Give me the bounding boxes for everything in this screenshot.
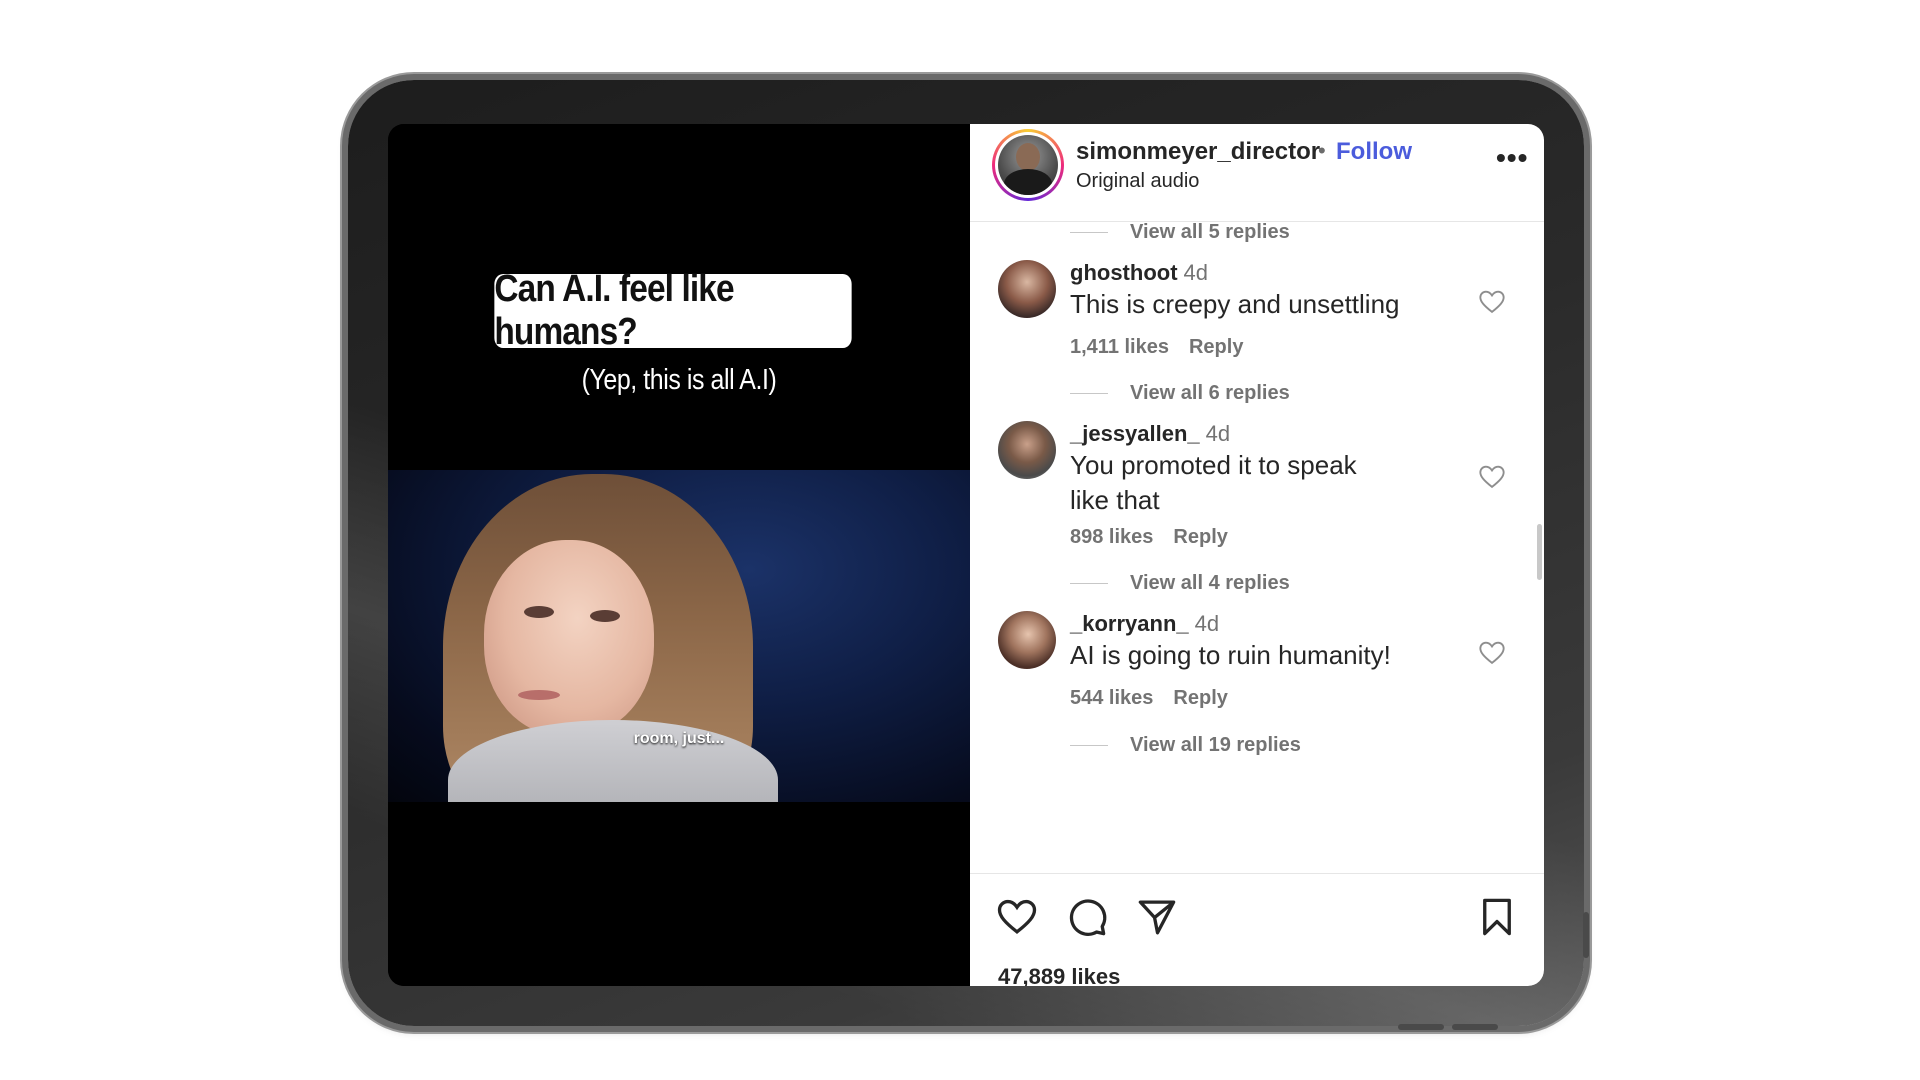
video-subtitle: room, just... [633,730,725,747]
video-caption-title: Can A.I. feel like humans? [494,268,852,353]
commenter-avatar[interactable] [998,611,1056,669]
post-likes-count[interactable]: 47,889 likes [998,964,1120,986]
view-replies-button[interactable]: View all 4 replies [1070,570,1290,596]
reply-button[interactable]: Reply [1189,336,1243,358]
audio-link[interactable]: Original audio [1076,170,1199,193]
reply-button[interactable]: Reply [1173,526,1227,548]
view-replies-button[interactable]: View all 19 replies [1070,732,1301,758]
comments-list: View all 5 replies ghosthoot 4d This is c… [970,223,1544,873]
comment-time: 4d [1183,260,1209,285]
author-avatar[interactable] [992,129,1064,201]
girl-eye [590,610,620,622]
heart-icon[interactable] [1478,288,1506,316]
tablet-bottom-button [1452,1024,1498,1030]
video-player[interactable]: Can A.I. feel like humans? (Yep, this is… [388,124,970,986]
comment-time: 4d [1205,421,1231,446]
video-caption-subtitle: (Yep, this is all A.I) [581,364,777,396]
share-icon[interactable] [1136,896,1178,938]
heart-icon[interactable] [996,896,1038,938]
comment-likes[interactable]: 898 likes [1070,526,1153,548]
view-replies-button[interactable]: View all 5 replies [1070,223,1290,245]
tablet-bottom-button [1398,1024,1444,1030]
girl-eye [524,606,554,618]
tablet-side-button [1583,912,1589,958]
comment-likes[interactable]: 544 likes [1070,687,1153,709]
commenter-avatar[interactable] [998,421,1056,479]
commenter-avatar[interactable] [998,260,1056,318]
reply-button[interactable]: Reply [1173,687,1227,709]
comment-icon[interactable] [1066,896,1108,938]
comments-panel: simonmeyer_director • Follow Original au… [970,124,1544,986]
commenter-username[interactable]: _korryann_ [1070,611,1189,636]
commenter-username[interactable]: _jessyallen_ [1070,421,1200,446]
heart-icon[interactable] [1478,463,1506,491]
video-frame: room, just... [388,470,970,802]
comment-text: AI is going to ruin humanity! [1070,640,1391,670]
post-header: simonmeyer_director • Follow Original au… [970,124,1544,222]
author-username[interactable]: simonmeyer_director [1076,138,1320,166]
comment-likes[interactable]: 1,411 likes [1070,336,1169,358]
comment-time: 4d [1194,611,1220,636]
separator-dot: • [1318,138,1326,163]
comment-text: You promoted it to speak like that [1070,450,1357,515]
girl-face [484,540,654,736]
follow-button[interactable]: Follow [1336,138,1412,166]
screen: Can A.I. feel like humans? (Yep, this is… [388,124,1544,986]
more-options-icon[interactable]: ••• [1496,142,1528,174]
commenter-username[interactable]: ghosthoot [1070,260,1178,285]
bookmark-icon[interactable] [1476,896,1518,938]
girl-mouth [518,690,560,700]
comment-text: This is creepy and unsettling [1070,289,1400,319]
action-bar: 47,889 likes [970,873,1544,986]
view-replies-button[interactable]: View all 6 replies [1070,380,1290,406]
heart-icon[interactable] [1478,639,1506,667]
scrollbar-thumb[interactable] [1537,524,1542,580]
